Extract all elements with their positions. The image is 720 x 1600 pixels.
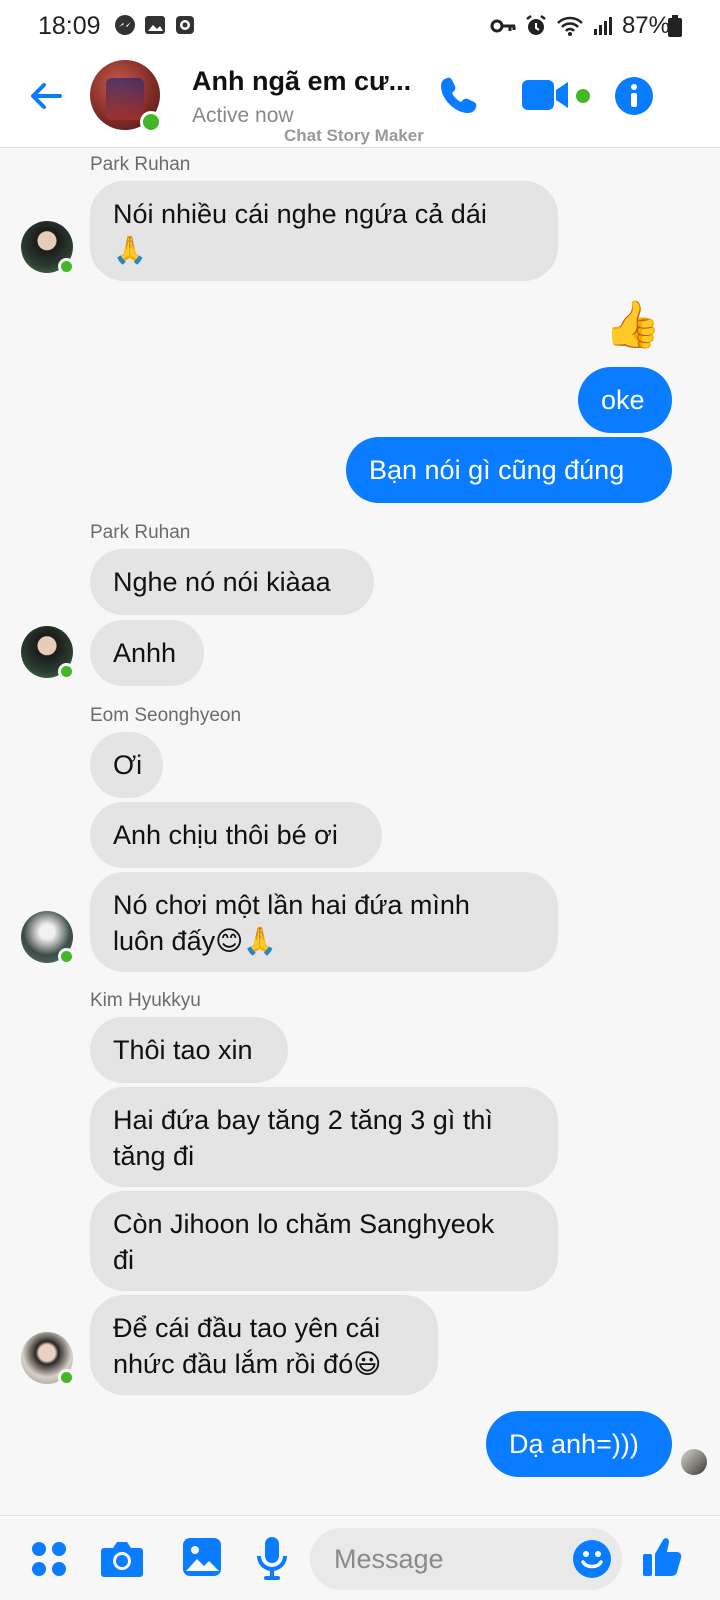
media-icon bbox=[176, 16, 194, 34]
watermark: Chat Story Maker bbox=[284, 126, 424, 145]
message-input[interactable]: Message bbox=[310, 1528, 622, 1590]
avatar[interactable] bbox=[21, 911, 75, 965]
message-bubble[interactable]: Anhh bbox=[90, 620, 204, 686]
status-time: 18:09 bbox=[38, 12, 101, 40]
gallery-icon[interactable] bbox=[182, 1537, 222, 1577]
message-bubble[interactable]: Ơi bbox=[90, 732, 163, 798]
battery-percent: 87% bbox=[621, 12, 670, 39]
thumbs-up-reaction: 👍 bbox=[604, 298, 662, 350]
message-bubble[interactable]: Để cái đầu tao yên cái nhức đầu lắm rồi … bbox=[90, 1295, 438, 1395]
video-active-dot bbox=[576, 89, 590, 103]
message-bubble[interactable]: Hai đứa bay tăng 2 tăng 3 gì thì tăng đi bbox=[90, 1087, 558, 1187]
gallery-icon bbox=[145, 16, 165, 34]
seen-avatar bbox=[681, 1449, 707, 1475]
message-placeholder: Message bbox=[334, 1544, 444, 1574]
avatar[interactable] bbox=[21, 626, 75, 680]
message-bubble[interactable]: Thôi tao xin bbox=[90, 1017, 288, 1083]
microphone-icon[interactable] bbox=[256, 1536, 288, 1580]
message-bubble[interactable]: Bạn nói gì cũng đúng bbox=[346, 437, 672, 503]
sender-name: Park Ruhan bbox=[90, 154, 191, 175]
status-bar: 18:09 87% bbox=[0, 0, 720, 50]
back-arrow-icon[interactable] bbox=[28, 78, 64, 114]
messenger-icon bbox=[115, 15, 135, 35]
wifi-icon bbox=[557, 16, 583, 36]
emoji-icon[interactable] bbox=[572, 1539, 612, 1579]
message-bubble[interactable]: oke bbox=[578, 367, 672, 433]
message-bubble[interactable]: Nghe nó nói kiàaa bbox=[90, 549, 374, 615]
alarm-icon bbox=[526, 15, 546, 35]
sender-name: Kim Hyukkyu bbox=[90, 990, 201, 1011]
like-icon[interactable] bbox=[642, 1536, 682, 1578]
sender-name: Eom Seonghyeon bbox=[90, 705, 242, 726]
camera-icon[interactable] bbox=[100, 1540, 144, 1578]
online-indicator bbox=[140, 111, 162, 133]
info-icon[interactable] bbox=[614, 76, 654, 116]
message-bubble[interactable]: Nó chơi một lần hai đứa mình luôn đấy😊🙏 bbox=[90, 872, 558, 972]
apps-menu-icon[interactable] bbox=[30, 1540, 68, 1578]
avatar[interactable] bbox=[21, 1332, 75, 1386]
message-bubble[interactable]: Còn Jihoon lo chăm Sanghyeok đi bbox=[90, 1191, 558, 1291]
chat-title[interactable]: Anh ngã em cư... bbox=[192, 66, 417, 97]
signal-icon bbox=[593, 17, 612, 35]
avatar[interactable] bbox=[21, 221, 75, 275]
active-status: Active now bbox=[192, 104, 294, 127]
video-call-icon[interactable] bbox=[522, 78, 572, 112]
chat-header: Anh ngã em cư... Active now Chat Story M… bbox=[0, 50, 720, 148]
message-bubble[interactable]: Nói nhiều cái nghe ngứa cả dái 🙏 bbox=[90, 181, 558, 281]
key-icon bbox=[490, 19, 516, 33]
message-composer: Message bbox=[0, 1515, 720, 1600]
message-list[interactable]: Park Ruhan Nói nhiều cái nghe ngứa cả dá… bbox=[0, 149, 720, 1515]
battery-icon bbox=[668, 15, 682, 37]
sender-name: Park Ruhan bbox=[90, 522, 191, 543]
message-bubble[interactable]: Anh chịu thôi bé ơi bbox=[90, 802, 382, 868]
phone-call-icon[interactable] bbox=[438, 74, 480, 116]
message-bubble[interactable]: Dạ anh=))) bbox=[486, 1411, 672, 1477]
